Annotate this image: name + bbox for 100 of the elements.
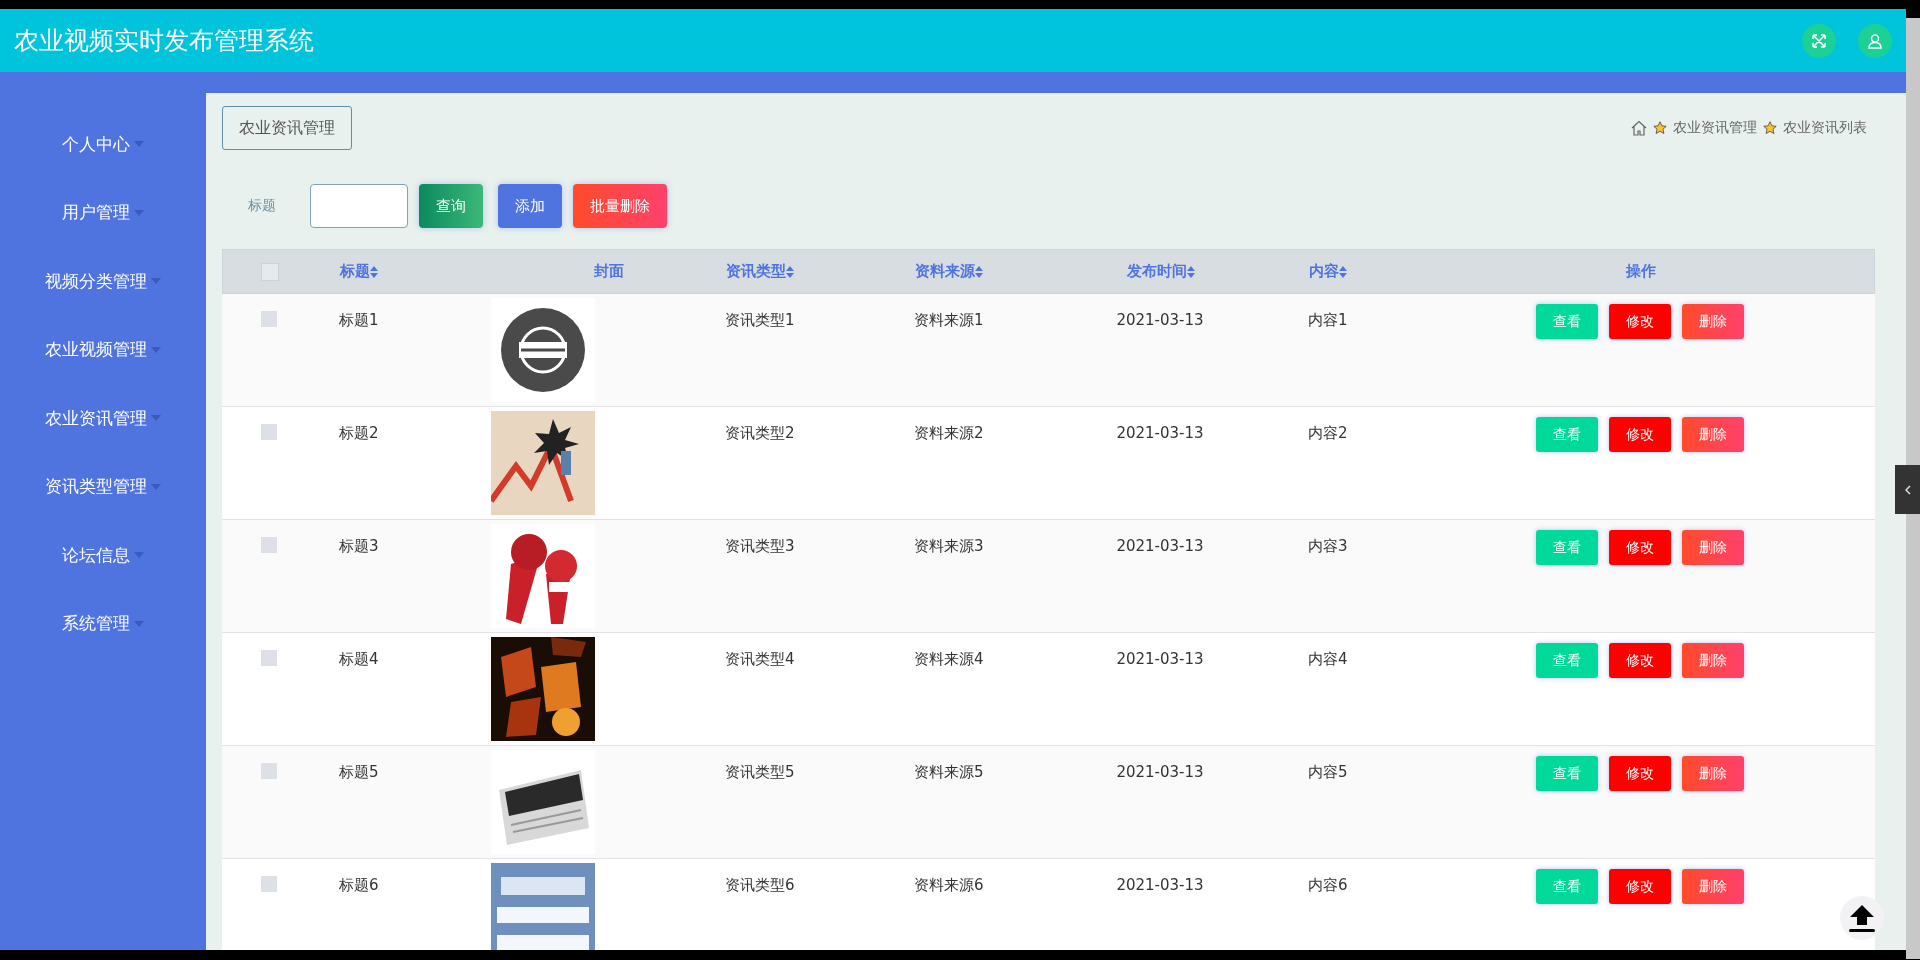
- table-cell: 2021-03-13: [1116, 537, 1204, 555]
- checkbox[interactable]: [261, 424, 277, 440]
- edit-button[interactable]: 修改: [1609, 417, 1671, 452]
- column-header[interactable]: 资料来源: [915, 262, 975, 281]
- sidebar-item[interactable]: 视频分类管理: [45, 269, 147, 293]
- breadcrumb-link[interactable]: 农业资讯管理: [1673, 119, 1757, 137]
- table-cell: 内容3: [1308, 537, 1348, 555]
- expand-icon[interactable]: [1811, 32, 1827, 49]
- breadcrumb-link[interactable]: 农业资讯列表: [1783, 119, 1867, 137]
- chevron-left-icon[interactable]: [1904, 484, 1911, 495]
- table-cell: 资料来源1: [914, 311, 984, 329]
- search-button[interactable]: 查询: [419, 184, 483, 228]
- checkbox[interactable]: [261, 763, 277, 779]
- table-cell: 资料来源4: [914, 650, 984, 668]
- table-cell: 内容4: [1308, 650, 1348, 668]
- column-header[interactable]: 标题: [340, 262, 370, 281]
- caret-icon[interactable]: [151, 483, 161, 490]
- checkbox[interactable]: [261, 537, 277, 553]
- column-header: 操作: [1626, 262, 1656, 281]
- search-label: 标题: [248, 197, 277, 215]
- edit-button[interactable]: 修改: [1609, 756, 1671, 791]
- edit-button[interactable]: 修改: [1609, 530, 1671, 565]
- table-cell: 标题4: [339, 650, 379, 668]
- table-cell: 内容5: [1308, 763, 1348, 781]
- checkbox[interactable]: [261, 876, 277, 892]
- add-button[interactable]: 添加: [498, 184, 562, 228]
- delete-button[interactable]: 删除: [1682, 304, 1744, 339]
- sidebar-item[interactable]: 农业资讯管理: [45, 406, 147, 430]
- delete-button[interactable]: 删除: [1682, 643, 1744, 678]
- sidebar-item[interactable]: 用户管理: [62, 201, 130, 225]
- table-cell: 2021-03-13: [1116, 424, 1204, 442]
- edit-button[interactable]: 修改: [1609, 304, 1671, 339]
- page-title: 农业资讯管理: [222, 106, 352, 150]
- sidebar-item[interactable]: 系统管理: [62, 612, 130, 636]
- user-icon[interactable]: [1867, 32, 1883, 49]
- table-cell: 资讯类型6: [725, 876, 795, 894]
- sidebar-item[interactable]: 论坛信息: [62, 543, 130, 567]
- table-cell: 资讯类型3: [725, 537, 795, 555]
- checkbox[interactable]: [261, 650, 277, 666]
- caret-icon[interactable]: [134, 620, 144, 627]
- view-button[interactable]: 查看: [1536, 304, 1598, 339]
- sort-icon[interactable]: [1339, 265, 1347, 278]
- view-button[interactable]: 查看: [1536, 643, 1598, 678]
- caret-icon[interactable]: [134, 141, 144, 148]
- table-cell: 资料来源5: [914, 763, 984, 781]
- view-button[interactable]: 查看: [1536, 756, 1598, 791]
- app-title: 农业视频实时发布管理系统: [14, 25, 315, 57]
- view-button[interactable]: 查看: [1536, 530, 1598, 565]
- table-cell: 资讯类型4: [725, 650, 795, 668]
- sidebar-item[interactable]: 个人中心: [62, 132, 130, 156]
- edit-button[interactable]: 修改: [1609, 869, 1671, 904]
- edit-button[interactable]: 修改: [1609, 643, 1671, 678]
- upload-arrow-icon[interactable]: [1847, 903, 1877, 933]
- sidebar-item[interactable]: 农业视频管理: [45, 338, 147, 362]
- table-cell: 标题6: [339, 876, 379, 894]
- user-button[interactable]: [1858, 23, 1892, 58]
- delete-button[interactable]: 删除: [1682, 417, 1744, 452]
- checkbox[interactable]: [261, 311, 277, 327]
- table-cell: 2021-03-13: [1116, 876, 1204, 894]
- column-header[interactable]: 内容: [1309, 262, 1339, 281]
- delete-button[interactable]: 删除: [1682, 869, 1744, 904]
- table-cell: 内容2: [1308, 424, 1348, 442]
- table-cell: 内容1: [1308, 311, 1348, 329]
- table-cell: 内容6: [1308, 876, 1348, 894]
- table-cell: 2021-03-13: [1116, 763, 1204, 781]
- caret-icon[interactable]: [151, 278, 161, 285]
- caret-icon[interactable]: [134, 552, 144, 559]
- table-cell: 标题1: [339, 311, 379, 329]
- column-header[interactable]: 发布时间: [1127, 262, 1187, 281]
- star-icon: [1653, 121, 1667, 135]
- view-button[interactable]: 查看: [1536, 417, 1598, 452]
- batch-delete-button[interactable]: 批量删除: [573, 184, 667, 228]
- table-cell: 标题3: [339, 537, 379, 555]
- home-icon[interactable]: [1631, 120, 1647, 136]
- sort-icon[interactable]: [975, 265, 983, 278]
- sort-icon[interactable]: [370, 265, 378, 278]
- table-cell: 资料来源6: [914, 876, 984, 894]
- caret-icon[interactable]: [151, 415, 161, 422]
- column-header[interactable]: 资讯类型: [726, 262, 786, 281]
- table-cell: 标题2: [339, 424, 379, 442]
- fullscreen-button[interactable]: [1802, 23, 1836, 58]
- column-header: 封面: [594, 262, 624, 281]
- side-toggle-button[interactable]: [1895, 465, 1920, 514]
- table-cell: 2021-03-13: [1116, 311, 1204, 329]
- caret-icon[interactable]: [151, 346, 161, 353]
- table-cell: 资料来源3: [914, 537, 984, 555]
- delete-button[interactable]: 删除: [1682, 756, 1744, 791]
- table-cell: 资讯类型1: [725, 311, 795, 329]
- table-cell: 资料来源2: [914, 424, 984, 442]
- checkbox[interactable]: [262, 263, 278, 280]
- view-button[interactable]: 查看: [1536, 869, 1598, 904]
- sidebar-item[interactable]: 资讯类型管理: [45, 475, 147, 499]
- star-icon: [1763, 121, 1777, 135]
- table-cell: 标题5: [339, 763, 379, 781]
- table-cell: 资讯类型5: [725, 763, 795, 781]
- sort-icon[interactable]: [1187, 265, 1195, 278]
- sort-icon[interactable]: [786, 265, 794, 278]
- caret-icon[interactable]: [134, 209, 144, 216]
- delete-button[interactable]: 删除: [1682, 530, 1744, 565]
- search-field[interactable]: [310, 184, 408, 228]
